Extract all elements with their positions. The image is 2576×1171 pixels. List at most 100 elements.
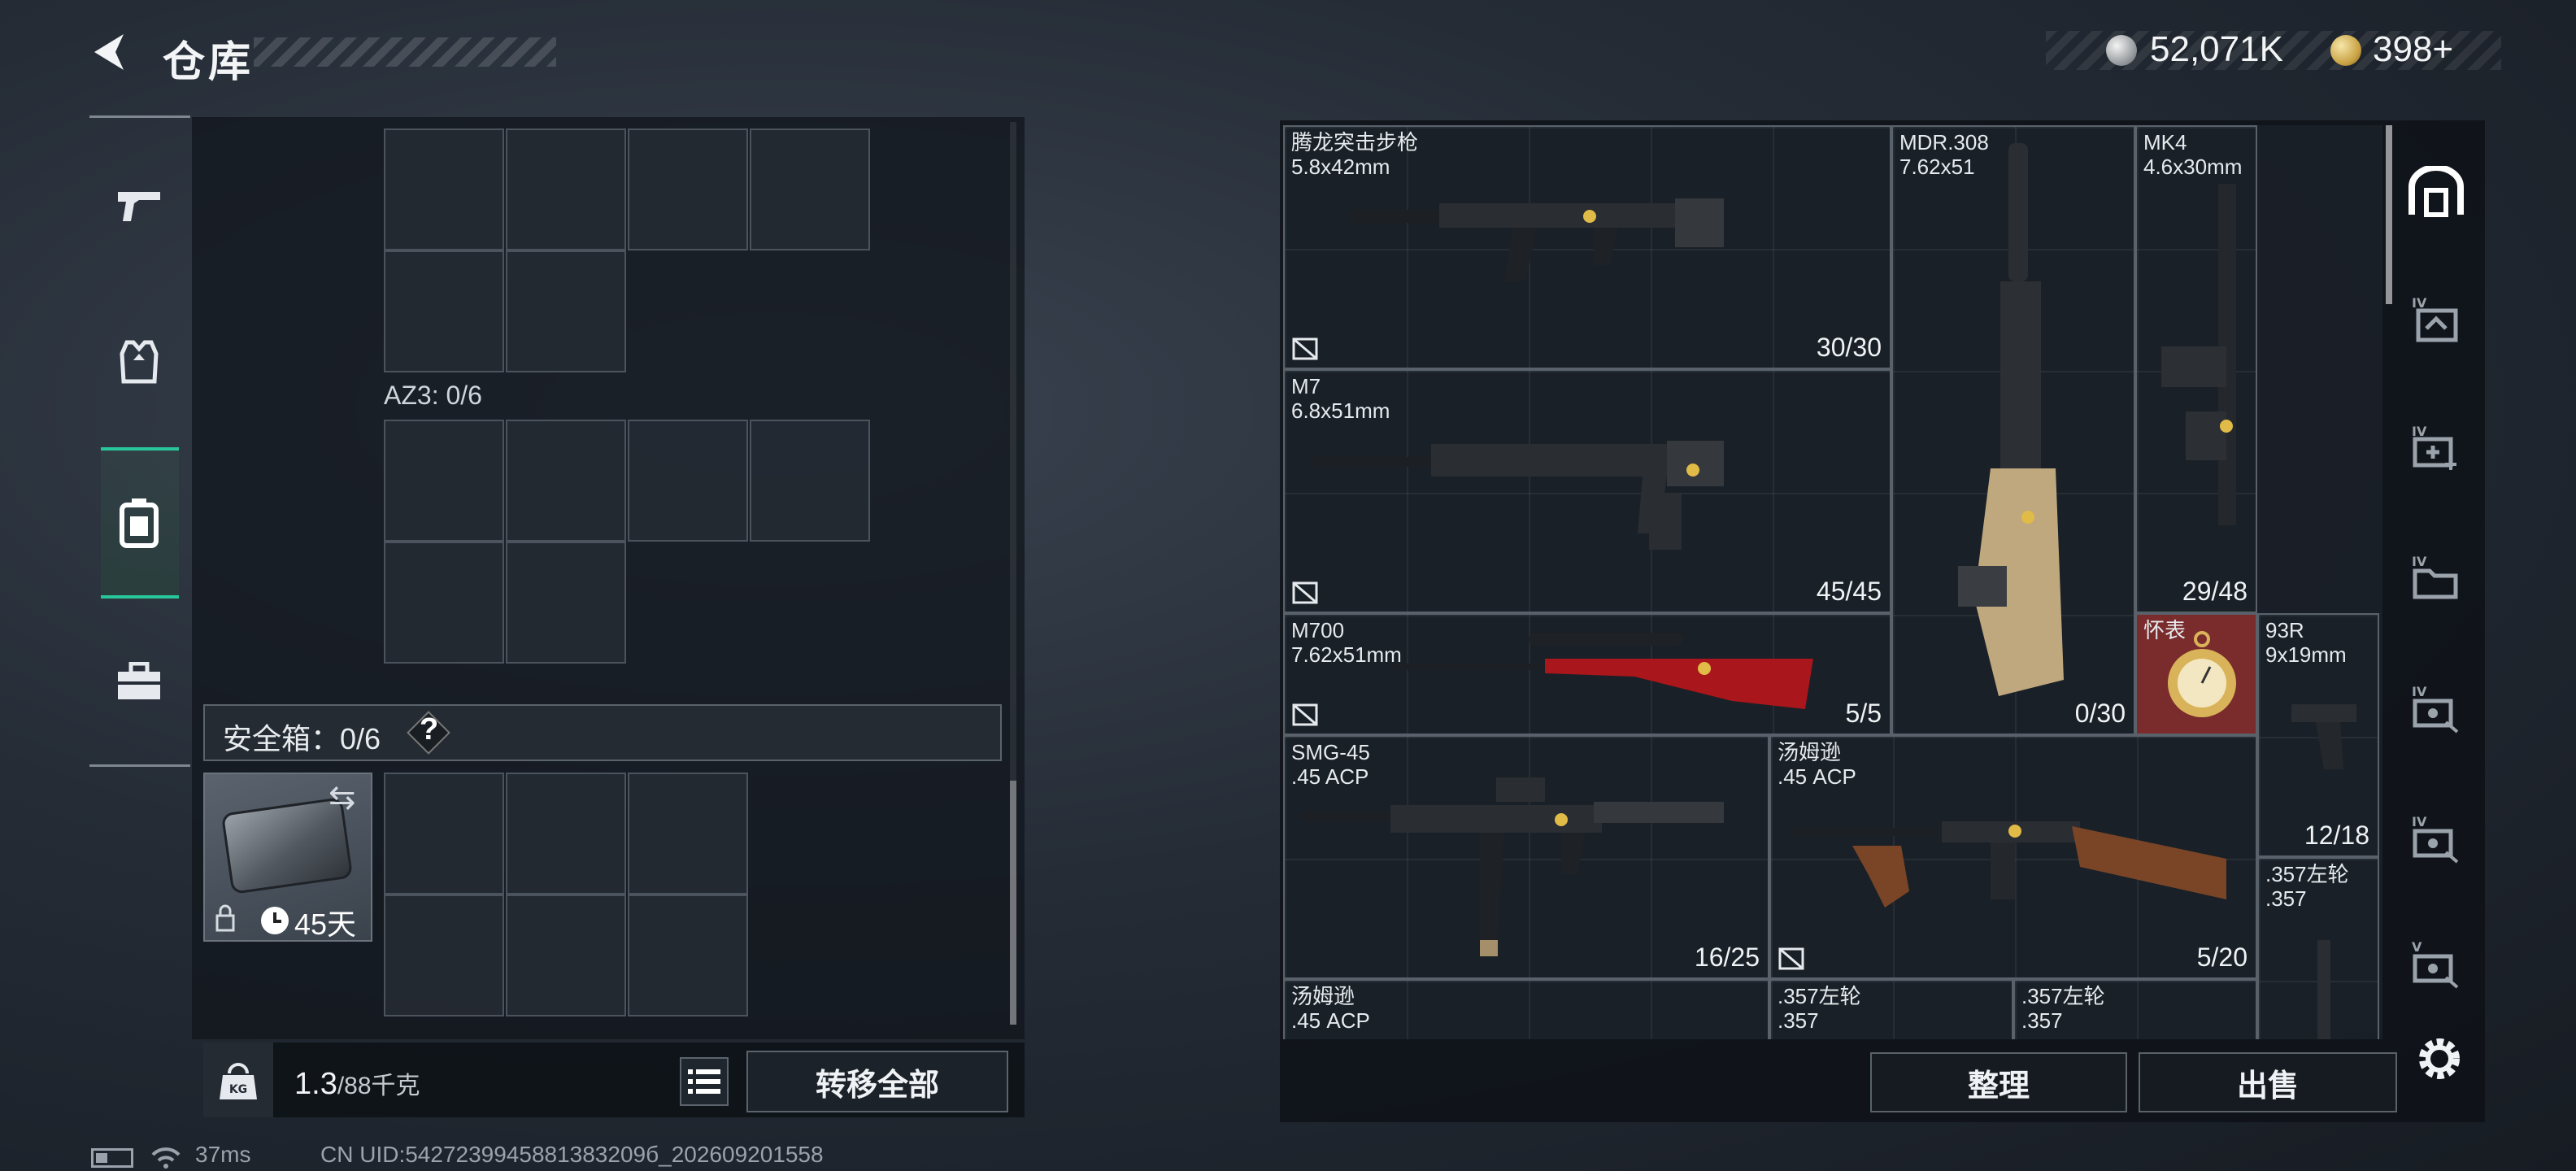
stash-tab-3[interactable]: IV	[2407, 548, 2465, 607]
item-ammo: 7.62x51mm	[1291, 642, 1402, 667]
stash-tab-5[interactable]: IV	[2407, 808, 2465, 867]
stash-item[interactable]: 怀表	[2135, 613, 2257, 735]
stash-item[interactable]: MK4 4.6x30mm 29/48	[2135, 125, 2257, 613]
item-ammo: 9x19mm	[2265, 642, 2347, 667]
back-button[interactable]	[88, 28, 137, 76]
container-slot[interactable]	[506, 128, 626, 250]
battle-rifle-icon	[1309, 441, 1724, 550]
ammo-count: 30/30	[1816, 333, 1882, 362]
stash-item[interactable]: 93R 9x19mm 12/18	[2257, 613, 2379, 857]
gold-add-icon[interactable]: +	[2432, 29, 2453, 69]
svg-text:KG: KG	[229, 1083, 247, 1096]
sidebar-tab-weapons[interactable]	[111, 177, 168, 234]
svg-text:IV: IV	[2412, 814, 2427, 829]
stash-item[interactable]: M7 6.8x51mm 45/45	[1283, 369, 1891, 613]
stash-item[interactable]: 腾龙突击步枪 5.8x42mm 30/30	[1283, 125, 1891, 369]
stash-item[interactable]: M700 7.62x51mm 5/5	[1283, 613, 1891, 735]
item-title: M7	[1291, 374, 1321, 398]
container-slot[interactable]	[750, 128, 870, 250]
item-name: 汤姆逊 .45 ACP	[1778, 740, 1856, 789]
container-slot[interactable]	[628, 128, 748, 250]
item-ammo: .357	[1778, 1008, 1819, 1033]
stash-tab-2[interactable]: IV	[2407, 418, 2465, 477]
title-stripe	[254, 37, 556, 67]
stash-item[interactable]: 汤姆逊 .45 ACP	[1283, 979, 1769, 1039]
container-label: AZ3: 0/6	[384, 381, 482, 410]
container-slot[interactable]	[384, 250, 504, 372]
warehouse-icon	[2408, 166, 2464, 217]
container-slot[interactable]	[750, 420, 870, 542]
item-name: 93R 9x19mm	[2265, 618, 2347, 667]
wifi-icon	[151, 1147, 181, 1169]
ammo-count: 45/45	[1816, 577, 1882, 606]
safe-box-label: 安全箱：0/6	[223, 722, 381, 755]
safe-slot[interactable]	[506, 773, 626, 895]
weight-icon: KG	[220, 1063, 257, 1099]
item-name: .357左轮 .357	[2265, 862, 2349, 911]
stash-scrollbar-thumb[interactable]	[2386, 125, 2392, 304]
container-slot[interactable]	[384, 420, 504, 542]
svg-text:IV: IV	[2412, 684, 2427, 699]
sidebar-divider	[89, 764, 190, 767]
stash-tab-all[interactable]	[2407, 163, 2465, 221]
sniper-rifle-icon	[1390, 633, 1813, 709]
gold-amount-value: 398	[2373, 29, 2433, 69]
ammo-count: 0/30	[2074, 699, 2126, 728]
sidebar-tab-backpack[interactable]	[111, 494, 168, 551]
svg-text:V: V	[2412, 939, 2422, 955]
stash-item[interactable]: .357左轮 .357	[1769, 979, 2013, 1039]
container-slot[interactable]	[506, 250, 626, 372]
list-view-button[interactable]	[680, 1057, 729, 1106]
gold-amount[interactable]: 398+	[2373, 29, 2453, 70]
safe-slot[interactable]	[384, 773, 504, 895]
item-title: MK4	[2143, 130, 2187, 155]
safe-slot[interactable]	[628, 773, 748, 895]
svg-text:IV: IV	[2412, 554, 2427, 569]
help-mark: ?	[420, 712, 439, 747]
sell-button[interactable]: 出售	[2139, 1052, 2397, 1112]
no-drop-icon	[1292, 581, 1318, 604]
ammo-count: 29/48	[2182, 577, 2247, 606]
gear-icon[interactable]	[2412, 1031, 2467, 1086]
page-title: 仓库	[163, 39, 255, 86]
stash-item[interactable]: MDR.308 7.62x51 0/30	[1891, 125, 2135, 735]
stash-item[interactable]: .357左轮 .357	[2013, 979, 2257, 1039]
item-name: 腾龙突击步枪 5.8x42mm	[1291, 130, 1418, 179]
storage-tab-icon: IV	[2412, 295, 2458, 342]
gold-coin-icon	[2330, 35, 2361, 66]
stash-item[interactable]: .357左轮 .357	[2257, 857, 2379, 1039]
container-slot[interactable]	[384, 542, 504, 664]
thompson-smg-icon	[1787, 821, 2226, 908]
stash-tab-4[interactable]: IV	[2407, 678, 2465, 737]
stash-item[interactable]: 汤姆逊 .45 ACP 5/20	[1769, 735, 2257, 979]
item-title: .357左轮	[1778, 984, 1861, 1008]
sidebar-divider	[89, 115, 190, 118]
smg-45-icon	[1301, 777, 1724, 956]
stash-item[interactable]: SMG-45 .45 ACP 16/25	[1283, 735, 1769, 979]
container-slot[interactable]	[506, 420, 626, 542]
stash-tab-1[interactable]: IV	[2407, 289, 2465, 348]
safe-slot[interactable]	[384, 895, 504, 1016]
loadout-scrollbar-thumb[interactable]	[1010, 781, 1016, 1025]
container-slot[interactable]	[506, 542, 626, 664]
folder-storage-icon: IV	[2412, 554, 2458, 599]
swap-icon[interactable]: ⇆	[329, 779, 356, 816]
sidebar-tab-tools[interactable]	[111, 654, 168, 711]
sidebar-tab-armor[interactable]	[111, 333, 168, 390]
medical-storage-icon: IV	[2412, 424, 2456, 470]
container-slot[interactable]	[628, 420, 748, 542]
bullpup-rifle-icon	[1958, 143, 2064, 696]
safe-slot[interactable]	[506, 895, 626, 1016]
no-drop-icon	[1778, 947, 1804, 970]
stash-grid: 腾龙突击步枪 5.8x42mm 30/30 MDR.308 7.62x51 0/…	[1283, 125, 2382, 1039]
safe-slot[interactable]	[628, 895, 748, 1016]
svg-text:IV: IV	[2412, 424, 2427, 439]
sort-button[interactable]: 整理	[1870, 1052, 2127, 1112]
transfer-all-button[interactable]: 转移全部	[746, 1051, 1008, 1112]
armor-vest-icon	[120, 340, 159, 384]
no-drop-icon	[1292, 703, 1318, 726]
container-slot[interactable]	[384, 128, 504, 250]
stash-tab-6[interactable]: V	[2407, 934, 2465, 992]
back-arrow-icon	[94, 34, 124, 70]
weight-readout: 1.3/88千克	[294, 1065, 420, 1102]
